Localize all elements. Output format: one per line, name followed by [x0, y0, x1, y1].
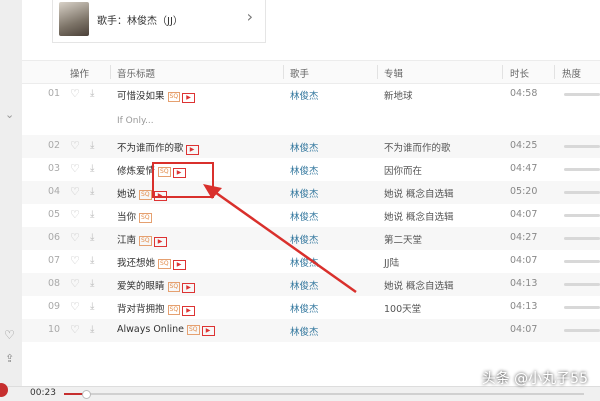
arrow-head-icon: [203, 184, 222, 199]
annotation-arrow-icon: [211, 188, 357, 294]
play-button[interactable]: [0, 383, 8, 397]
progress-track[interactable]: [64, 393, 584, 395]
watermark: 头条 @小丸子55: [481, 371, 588, 387]
player-bar: 00:23: [0, 383, 600, 401]
annotation-arrow-layer: [203, 184, 357, 294]
current-time: 00:23: [30, 388, 56, 398]
progress-knob[interactable]: [82, 390, 91, 399]
